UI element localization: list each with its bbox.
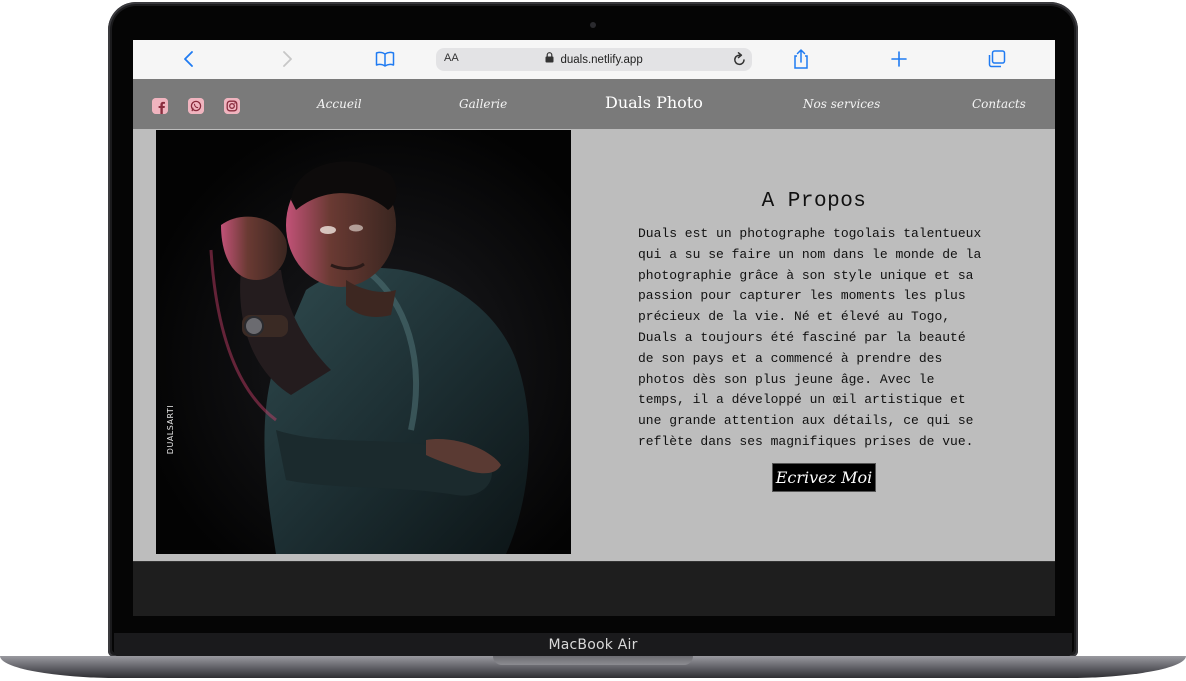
about-line: reflète dans ses magnifiques prises de v… — [638, 433, 974, 449]
about-line: une grande attention aux détails, ce qui… — [638, 413, 974, 429]
about-line: de son pays et a commencé à prendre des — [638, 350, 943, 366]
about-line: Duals est un photographe togolais talent… — [638, 226, 982, 241]
browser-toolbar: AA duals.netlify.app — [133, 40, 1055, 80]
nav-services[interactable]: Nos services — [803, 97, 880, 111]
photo-watermark: DUALSARTI — [166, 404, 176, 455]
nav-contacts[interactable]: Contacts — [972, 97, 1026, 111]
about-line: temps, il a développé un œil artistique … — [638, 392, 966, 408]
url-display[interactable]: duals.netlify.app — [436, 52, 752, 66]
portrait-illustration — [156, 130, 571, 554]
bookmarks-button[interactable] — [373, 48, 397, 70]
book-icon — [375, 51, 395, 67]
nav-accueil[interactable]: Accueil — [317, 97, 362, 111]
browser-window: AA duals.netlify.app Accueil Gallerie Du… — [133, 40, 1055, 616]
about-paragraph: Duals est un photographe togolais talent… — [638, 224, 1010, 453]
about-line: qui a su se faire un nom dans le monde d… — [638, 246, 982, 262]
site-brand[interactable]: Duals Photo — [605, 93, 703, 112]
site-navbar: Accueil Gallerie Duals Photo Nos service… — [133, 79, 1055, 129]
about-line: passion pour capturer les moments les pl… — [638, 288, 966, 304]
reload-button[interactable] — [733, 49, 746, 70]
tabs-icon — [988, 50, 1006, 68]
camera-dot — [590, 22, 596, 28]
about-line: précieux de la vie. Né et élevé au Togo, — [638, 309, 951, 325]
chevron-left-icon — [184, 51, 193, 67]
about-line: Duals a toujours été fasciné par la beau… — [638, 329, 966, 345]
ecrivez-moi-button[interactable]: Ecrivez Moi — [772, 463, 876, 492]
forward-button[interactable] — [275, 48, 299, 70]
facebook-icon — [152, 98, 168, 114]
about-line: photos dès son plus jeune âge. Avec le — [638, 371, 935, 387]
whatsapp-link[interactable] — [188, 98, 204, 114]
model-label: MacBook Air — [548, 637, 638, 653]
about-line: photographie grâce à son style unique et… — [638, 267, 974, 283]
about-section: DUALSARTI A Propos Duals est un photogra… — [133, 129, 1055, 561]
about-title: A Propos — [761, 190, 867, 213]
share-button[interactable] — [789, 48, 813, 70]
instagram-link[interactable] — [224, 98, 240, 114]
site-footer — [133, 561, 1055, 616]
chevron-right-icon — [283, 51, 292, 67]
bottom-bezel: MacBook Air — [114, 633, 1072, 657]
whatsapp-icon — [188, 98, 204, 114]
instagram-icon — [224, 98, 240, 114]
nav-gallerie[interactable]: Gallerie — [459, 97, 507, 111]
lock-icon — [545, 52, 554, 63]
back-button[interactable] — [177, 48, 201, 70]
facebook-link[interactable] — [152, 98, 168, 114]
plus-icon — [891, 51, 907, 67]
lid-notch — [493, 656, 693, 665]
address-bar[interactable]: AA duals.netlify.app — [436, 48, 752, 71]
reload-icon — [734, 52, 745, 66]
portrait-photo: DUALSARTI — [156, 130, 571, 554]
tabs-overview-button[interactable] — [985, 48, 1009, 70]
url-text: duals.netlify.app — [560, 54, 643, 66]
new-tab-button[interactable] — [887, 48, 911, 70]
share-icon — [794, 49, 808, 69]
